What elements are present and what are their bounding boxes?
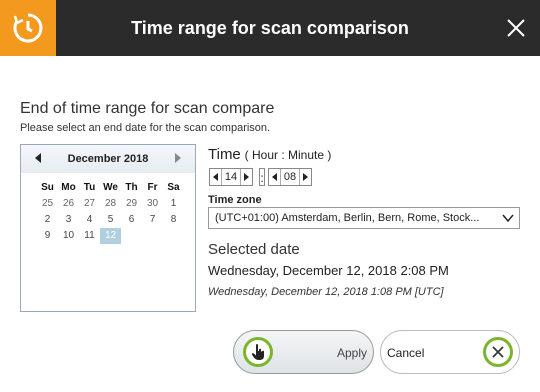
week-row: 9 10 11 12 bbox=[37, 228, 187, 244]
timezone-label: Time zone bbox=[208, 194, 262, 206]
selected-date-label: Selected date bbox=[208, 241, 300, 258]
calendar-day[interactable]: 1 bbox=[163, 196, 184, 212]
weekday-label: Sa bbox=[167, 182, 180, 193]
calendar-day[interactable]: 7 bbox=[142, 212, 163, 228]
minute-decrement-icon[interactable] bbox=[272, 173, 277, 181]
apply-button[interactable]: Apply bbox=[233, 330, 374, 374]
weekday-label: We bbox=[103, 182, 118, 193]
time-format-hint: ( Hour : Minute ) bbox=[244, 148, 332, 162]
calendar-day[interactable]: 8 bbox=[163, 212, 184, 228]
calendar-day[interactable]: 30 bbox=[142, 196, 163, 212]
weekday-row: Su Mo Tu We Th Fr Sa bbox=[37, 180, 187, 196]
calendar-day-selected[interactable]: 12 bbox=[100, 228, 121, 244]
calendar-day[interactable]: 5 bbox=[100, 212, 121, 228]
calendar-day[interactable]: 29 bbox=[121, 196, 142, 212]
week-row: 25 26 27 28 29 30 1 bbox=[37, 196, 187, 212]
hour-decrement-icon[interactable] bbox=[213, 173, 218, 181]
weekday-label: Tu bbox=[83, 182, 96, 193]
close-icon bbox=[507, 19, 525, 37]
calendar-grid: Su Mo Tu We Th Fr Sa 25 26 27 28 29 30 1… bbox=[37, 180, 187, 244]
calendar-day[interactable]: 11 bbox=[79, 228, 100, 244]
hour-value[interactable]: 14 bbox=[221, 169, 241, 185]
calendar-day[interactable]: 10 bbox=[58, 228, 79, 244]
close-icon bbox=[492, 346, 504, 358]
weekday-label: Mo bbox=[61, 182, 76, 193]
calendar-day[interactable]: 27 bbox=[79, 196, 100, 212]
chevron-down-icon bbox=[502, 214, 514, 223]
title-bar: Time range for scan comparison bbox=[0, 0, 540, 56]
time-label: Time ( Hour : Minute ) bbox=[208, 146, 331, 163]
selected-date-utc: Wednesday, December 12, 2018 1:08 PM [UT… bbox=[208, 286, 444, 298]
calendar-day[interactable]: 25 bbox=[37, 196, 58, 212]
next-month-icon[interactable] bbox=[175, 153, 181, 163]
section-heading: End of time range for scan compare bbox=[20, 100, 275, 117]
cancel-icon-ring bbox=[483, 337, 513, 367]
clock-refresh-icon bbox=[13, 13, 43, 43]
dialog-title: Time range for scan comparison bbox=[131, 18, 409, 38]
time-title: Time bbox=[208, 146, 241, 163]
hour-stepper: 14 bbox=[209, 168, 253, 186]
weekday-label: Fr bbox=[147, 182, 158, 193]
weekday-label: Th bbox=[125, 182, 138, 193]
cancel-button-label: Cancel bbox=[387, 346, 425, 360]
apply-icon-ring bbox=[243, 337, 273, 367]
scan-comparison-dialog: Time range for scan comparison End of ti… bbox=[0, 0, 540, 392]
calendar-day[interactable]: 2 bbox=[37, 212, 58, 228]
calendar-day[interactable]: 28 bbox=[100, 196, 121, 212]
app-logo bbox=[0, 0, 56, 56]
selected-date-local: Wednesday, December 12, 2018 2:08 PM bbox=[208, 263, 449, 278]
weekday-label: Su bbox=[41, 182, 54, 193]
hand-pointer-icon bbox=[251, 344, 264, 360]
date-picker-calendar: December 2018 Su Mo Tu We Th Fr Sa 25 26… bbox=[20, 144, 196, 312]
calendar-header: December 2018 bbox=[21, 145, 195, 173]
minute-increment-icon[interactable] bbox=[303, 173, 308, 181]
apply-button-label: Apply bbox=[336, 346, 367, 360]
calendar-day[interactable]: 4 bbox=[79, 212, 100, 228]
calendar-day[interactable]: 6 bbox=[121, 212, 142, 228]
minute-stepper: 08 bbox=[268, 168, 312, 186]
timezone-select[interactable]: (UTC+01:00) Amsterdam, Berlin, Bern, Rom… bbox=[208, 207, 520, 229]
calendar-month-label[interactable]: December 2018 bbox=[21, 153, 195, 165]
time-separator: : bbox=[259, 168, 265, 186]
week-row: 2 3 4 5 6 7 8 bbox=[37, 212, 187, 228]
timezone-value: (UTC+01:00) Amsterdam, Berlin, Bern, Rom… bbox=[215, 212, 480, 224]
calendar-day[interactable]: 3 bbox=[58, 212, 79, 228]
calendar-day[interactable]: 26 bbox=[58, 196, 79, 212]
cancel-button[interactable]: Cancel bbox=[380, 330, 520, 374]
section-subheading: Please select an end date for the scan c… bbox=[20, 122, 271, 134]
hour-increment-icon[interactable] bbox=[244, 173, 249, 181]
minute-value[interactable]: 08 bbox=[280, 169, 300, 185]
close-button[interactable] bbox=[500, 12, 532, 44]
calendar-day[interactable]: 9 bbox=[37, 228, 58, 244]
